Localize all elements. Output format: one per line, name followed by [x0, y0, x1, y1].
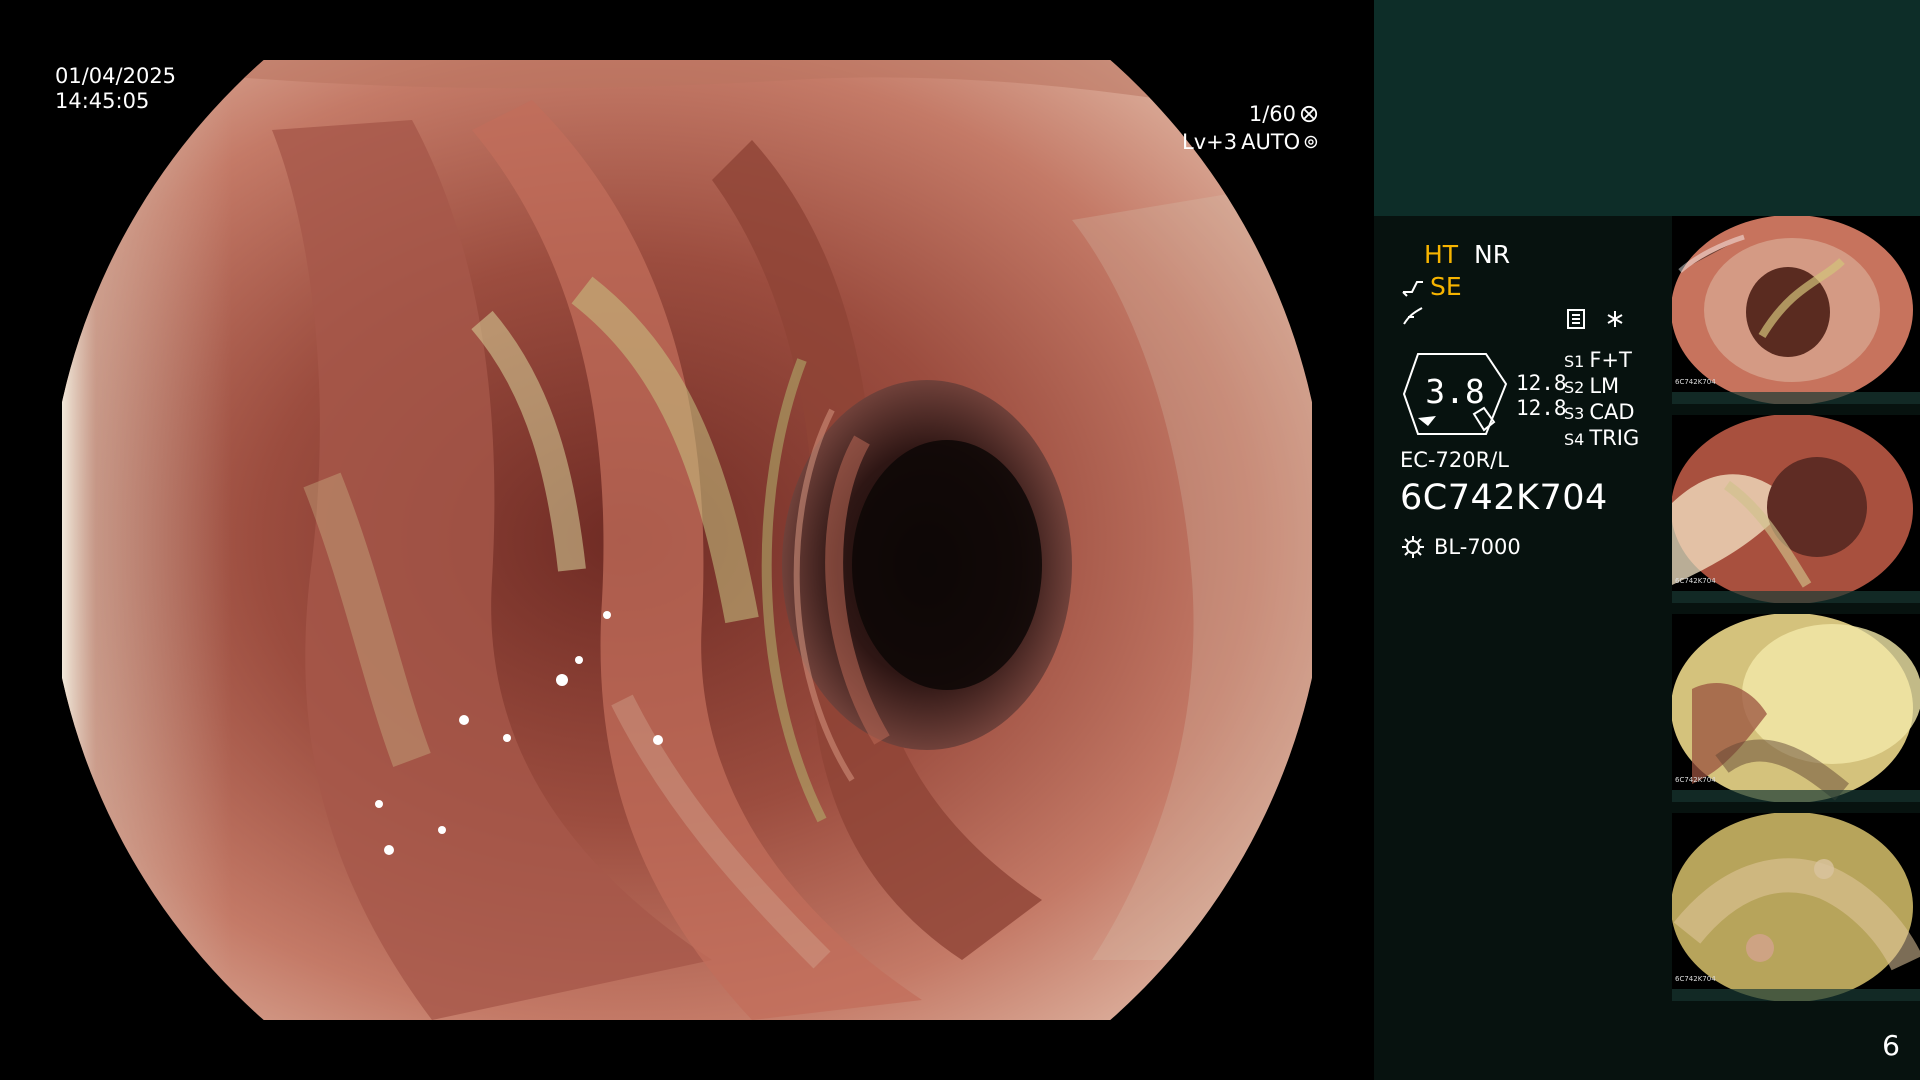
- light-source-row: BL-7000: [1400, 534, 1521, 560]
- light-source-icon: [1402, 536, 1424, 558]
- thumbnail-label-2: 6C742K704: [1675, 577, 1716, 585]
- switch-value-s1: F+T: [1589, 348, 1632, 372]
- light-source-label: BL-7000: [1434, 535, 1521, 559]
- iris-icon: [1304, 135, 1318, 149]
- thumbnail-image-2: [1672, 415, 1920, 603]
- thumbnail-footer-3: [1672, 790, 1920, 802]
- thumbnail-footer-1: [1672, 392, 1920, 404]
- image-mode-row: HT NR: [1424, 240, 1510, 270]
- nr-mode: NR: [1474, 240, 1511, 269]
- insertion-gauge: 3.8: [1400, 350, 1510, 438]
- pressure-values: 12.8 12.8: [1516, 371, 1567, 421]
- thumbnail-1[interactable]: 6C742K704: [1672, 216, 1920, 404]
- scope-model: EC-720R/L: [1400, 448, 1509, 472]
- switch-key-s1: S1: [1564, 352, 1585, 371]
- switch-row-s1: S1 F+T: [1564, 348, 1639, 374]
- record-icon: [1567, 309, 1585, 329]
- switch-value-s3: CAD: [1589, 400, 1635, 424]
- thumbnail-label-4: 6C742K704: [1675, 975, 1716, 983]
- switch-key-s4: S4: [1564, 430, 1585, 449]
- date-label: 01/04/2025: [55, 64, 177, 88]
- camera-hud: 1/60 Lv+3 AUTO: [1182, 100, 1372, 156]
- freeze-row: [1400, 303, 1426, 335]
- level-label: Lv+3: [1182, 130, 1238, 154]
- shutter-icon: [1300, 105, 1318, 123]
- pressure-value-1: 12.8: [1516, 371, 1567, 395]
- scope-switches: S1 F+T S2 LM S3 CAD S4 TRIG: [1564, 348, 1639, 452]
- se-mode: SE: [1430, 272, 1462, 301]
- gauge-value: 3.8: [1425, 372, 1485, 411]
- ht-mode: HT: [1424, 240, 1459, 269]
- thumbnail-3[interactable]: 6C742K704: [1672, 614, 1920, 802]
- pressure-value-2: 12.8: [1516, 396, 1567, 420]
- switch-key-s3: S3: [1564, 404, 1585, 423]
- sidebar-header-area: [1374, 0, 1920, 216]
- thumbnail-image-1: [1672, 216, 1920, 404]
- thumbnail-image-4: [1672, 813, 1920, 1001]
- scope-serial: 6C742K704: [1400, 478, 1608, 518]
- switch-value-s4: TRIG: [1589, 426, 1640, 450]
- timestamp: 01/04/2025 14:45:05: [55, 64, 176, 114]
- thumbnail-2[interactable]: 6C742K704: [1672, 415, 1920, 603]
- thumbnail-image-3: [1672, 614, 1920, 802]
- freeze-icon: [1403, 307, 1423, 325]
- shutter-speed: 1/60: [1248, 102, 1296, 126]
- endoscopy-screen: 01/04/2025 14:45:05 1/60 Lv+3 AUTO HT NR…: [0, 0, 1920, 1080]
- thumbnail-footer-4: [1672, 989, 1920, 1001]
- time-label: 14:45:05: [55, 89, 150, 113]
- thumbnail-4[interactable]: 6C742K704: [1672, 813, 1920, 1001]
- procedure-sidebar: HT NR SE 3.8 12.8 12.8 S1 F+T S2 LM S3 C…: [1374, 0, 1920, 1080]
- switch-key-s2: S2: [1564, 378, 1585, 397]
- thumbnail-label-1: 6C742K704: [1675, 378, 1716, 386]
- structure-enhancement-row: SE: [1400, 272, 1462, 302]
- endoscopic-image: [62, 60, 1312, 1020]
- enhancement-icon: [1402, 281, 1423, 297]
- iris-mode: AUTO: [1241, 130, 1301, 154]
- main-endoscopic-view: 01/04/2025 14:45:05 1/60 Lv+3 AUTO: [0, 0, 1372, 1080]
- page-number: 6: [1882, 1029, 1900, 1062]
- scope-status-panel: HT NR SE 3.8 12.8 12.8 S1 F+T S2 LM S3 C…: [1374, 216, 1674, 1080]
- colon-lumen-image: [62, 60, 1312, 1020]
- switch-row-s4: S4 TRIG: [1564, 426, 1639, 452]
- iris-row: Lv+3 AUTO: [1182, 128, 1318, 156]
- switch-row-s3: S3 CAD: [1564, 400, 1639, 426]
- status-icons: [1564, 306, 1628, 332]
- thumbnail-footer-2: [1672, 591, 1920, 603]
- switch-row-s2: S2 LM: [1564, 374, 1639, 400]
- thumbnail-label-3: 6C742K704: [1675, 776, 1716, 784]
- asterisk-icon: [1607, 311, 1623, 327]
- captured-image-thumbnails: 6C742K704 6C742K704 6C742K704 6C742K704: [1672, 216, 1920, 1015]
- shutter-row: 1/60: [1182, 100, 1318, 128]
- switch-value-s2: LM: [1589, 374, 1620, 398]
